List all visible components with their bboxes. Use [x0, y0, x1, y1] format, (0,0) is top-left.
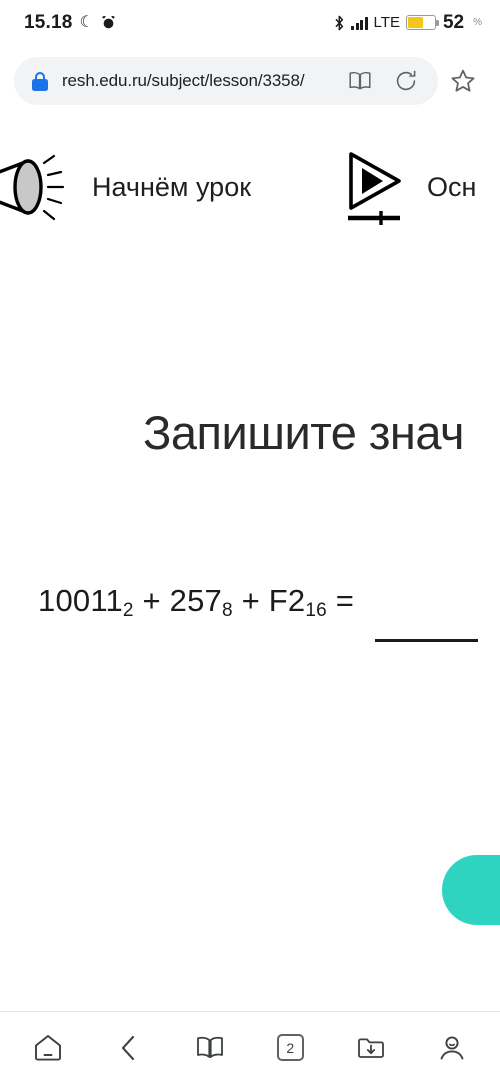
lesson-content: Запишите знач 100112 + 2578 + F216 = [0, 257, 500, 1011]
math-expression: 100112 + 2578 + F216 = [38, 583, 354, 621]
tab-count-label: 2 [276, 1034, 304, 1061]
term-1: 10011 [38, 583, 123, 618]
home-icon[interactable] [17, 1020, 79, 1076]
tabs-icon[interactable]: 2 [259, 1020, 321, 1076]
base-2: 8 [221, 600, 233, 621]
reader-book-icon[interactable] [179, 1020, 241, 1076]
network-type-label: LTE [373, 14, 400, 31]
battery-icon [405, 15, 439, 30]
percent-symbol: % [473, 17, 482, 28]
lesson-nav-item-main[interactable]: Осн [343, 148, 476, 226]
downloads-folder-icon[interactable] [340, 1020, 402, 1076]
task-title: Запишите знач [143, 406, 465, 459]
browser-toolbar: resh.edu.ru/subject/lesson/3358/ [0, 45, 500, 117]
status-bar: 15.18 ☾ LTE 52 % [0, 0, 500, 45]
bluetooth-icon [334, 15, 345, 31]
lock-icon [32, 71, 48, 91]
status-clock: 15.18 [24, 11, 73, 33]
alarm-clock-icon [101, 15, 116, 30]
lesson-nav-item-start[interactable]: Начнём урок [0, 149, 251, 225]
reader-book-icon[interactable] [338, 59, 382, 103]
answer-input-blank[interactable] [375, 639, 478, 642]
submit-answer-button[interactable] [442, 855, 500, 925]
address-bar[interactable]: resh.edu.ru/subject/lesson/3358/ [14, 57, 438, 105]
operator-2: + [241, 583, 260, 618]
lesson-nav-label-main: Осн [427, 171, 477, 202]
status-bar-right: LTE 52 % [334, 12, 482, 34]
bookmark-star-icon[interactable] [440, 58, 486, 104]
crescent-moon-icon: ☾ [79, 13, 94, 31]
status-bar-left: 15.18 ☾ [24, 12, 116, 34]
reload-icon[interactable] [384, 59, 428, 103]
term-3: F2 [268, 583, 306, 618]
megaphone-icon [0, 149, 70, 225]
browser-bottom-bar: 2 [0, 1011, 500, 1083]
back-chevron-icon[interactable] [98, 1020, 160, 1076]
operator-1: + [142, 583, 161, 618]
play-progress-icon [343, 148, 405, 226]
lesson-nav-label-start: Начнём урок [92, 171, 252, 202]
browser-screen: 15.18 ☾ LTE 52 % resh.edu.ru/subject/les… [0, 0, 500, 1083]
equals-sign: = [335, 583, 354, 618]
profile-person-icon[interactable] [421, 1020, 483, 1076]
signal-bars-icon [351, 16, 368, 30]
term-2: 257 [169, 583, 222, 618]
address-bar-actions [338, 59, 428, 103]
battery-percent-label: 52 [442, 11, 465, 33]
url-text[interactable]: resh.edu.ru/subject/lesson/3358/ [62, 71, 324, 91]
lesson-nav-strip[interactable]: Начнём урок Осн [0, 117, 500, 257]
base-3: 16 [305, 600, 327, 621]
base-1: 2 [122, 600, 134, 621]
